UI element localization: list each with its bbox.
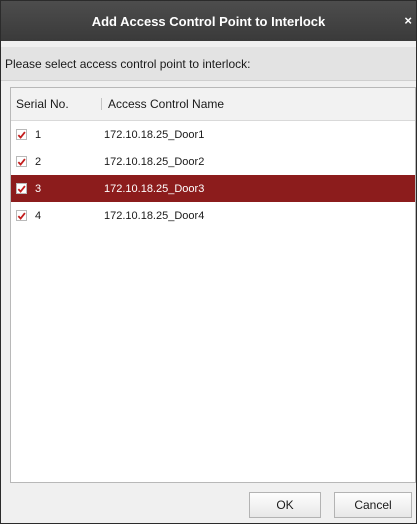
checkmark-icon	[17, 131, 26, 139]
interlock-dialog: Add Access Control Point to Interlock × …	[0, 0, 417, 524]
access-control-name: 172.10.18.25_Door2	[104, 155, 205, 168]
access-control-name: 172.10.18.25_Door4	[104, 209, 205, 222]
close-icon[interactable]: ×	[404, 13, 412, 29]
checkmark-icon	[17, 158, 26, 166]
access-control-name: 172.10.18.25_Door1	[104, 128, 205, 141]
ok-button[interactable]: OK	[249, 492, 321, 518]
dialog-footer: OK Cancel	[1, 489, 416, 523]
table-header: Serial No. Access Control Name	[11, 88, 415, 121]
serial-number: 2	[35, 155, 42, 168]
serial-number: 3	[35, 182, 42, 195]
row-checkbox[interactable]	[16, 129, 27, 140]
table-row[interactable]: 3 172.10.18.25_Door3	[11, 175, 415, 202]
checkmark-icon	[17, 185, 26, 193]
dialog-title: Add Access Control Point to Interlock	[91, 13, 326, 29]
access-control-table: Serial No. Access Control Name 1 172.10.…	[10, 87, 416, 483]
table-row[interactable]: 2 172.10.18.25_Door2	[11, 148, 415, 175]
row-checkbox[interactable]	[16, 210, 27, 221]
column-header-name[interactable]: Access Control Name	[101, 98, 224, 110]
serial-number: 4	[35, 209, 42, 222]
row-checkbox[interactable]	[16, 156, 27, 167]
row-checkbox[interactable]	[16, 183, 27, 194]
serial-number: 1	[35, 128, 42, 141]
table-row[interactable]: 1 172.10.18.25_Door1	[11, 121, 415, 148]
access-control-name: 172.10.18.25_Door3	[104, 182, 205, 195]
cancel-button[interactable]: Cancel	[334, 492, 412, 518]
table-row[interactable]: 4 172.10.18.25_Door4	[11, 202, 415, 229]
checkmark-icon	[17, 212, 26, 220]
dialog-titlebar: Add Access Control Point to Interlock ×	[1, 1, 416, 41]
column-header-serial[interactable]: Serial No.	[11, 97, 101, 111]
instruction-text: Please select access control point to in…	[1, 47, 416, 81]
